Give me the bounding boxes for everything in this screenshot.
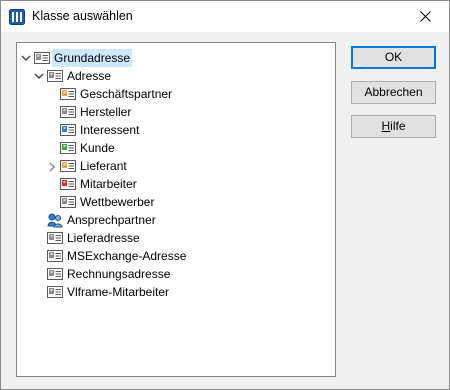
tree-node[interactable]: Interessent	[17, 121, 317, 139]
chevron-right-icon[interactable]	[46, 157, 58, 175]
address-card-icon	[47, 230, 63, 246]
address-card-icon	[60, 86, 76, 102]
tree-node-label: Hersteller	[80, 105, 132, 119]
class-tree[interactable]: Grundadresse Adresse Geschäftspartner Herst…	[16, 42, 336, 377]
address-card-icon	[47, 266, 63, 282]
tree-node-label: Kunde	[80, 141, 115, 155]
tree-node-label: Ansprechpartner	[67, 213, 156, 227]
tree-node-label: Interessent	[80, 123, 140, 137]
tree-node[interactable]: Ansprechpartner	[17, 211, 317, 229]
tree-node-label: Vlframe-Mitarbeiter	[67, 285, 170, 299]
tree-node[interactable]: Vlframe-Mitarbeiter	[17, 283, 317, 301]
address-card-icon	[47, 284, 63, 300]
tree-node-label: Adresse	[67, 69, 112, 83]
address-card-icon	[34, 50, 50, 66]
address-card-icon	[60, 122, 76, 138]
ok-button[interactable]: OK	[351, 46, 436, 69]
tree-node-label: Mitarbeiter	[80, 177, 137, 191]
app-icon	[9, 9, 25, 25]
tree-node[interactable]: Kunde	[17, 139, 317, 157]
title-bar: Klasse auswählen	[1, 1, 449, 32]
cancel-button-label: Abbrechen	[364, 85, 423, 99]
chevron-down-icon[interactable]	[33, 67, 45, 85]
close-button[interactable]	[403, 1, 449, 32]
address-card-icon	[60, 176, 76, 192]
tree-node[interactable]: MSExchange-Adresse	[17, 247, 317, 265]
help-button-label: ilfe	[390, 119, 406, 133]
tree-node-label: Geschäftspartner	[80, 87, 173, 101]
address-card-icon	[47, 248, 63, 264]
close-icon	[420, 11, 431, 22]
tree-node-label: Wettbewerber	[80, 195, 155, 209]
address-card-icon	[60, 194, 76, 210]
contact-people-icon	[47, 212, 63, 228]
tree-node[interactable]: Mitarbeiter	[17, 175, 317, 193]
tree-node[interactable]: Adresse	[17, 67, 317, 85]
dialog-window: Klasse auswählen Grundadresse Adresse Gesc…	[0, 0, 450, 390]
tree-node[interactable]: Wettbewerber	[17, 193, 317, 211]
tree-node[interactable]: Grundadresse	[17, 49, 317, 67]
help-button[interactable]: Hilfe	[351, 115, 436, 138]
address-card-icon	[60, 140, 76, 156]
tree-node[interactable]: Hersteller	[17, 103, 317, 121]
cancel-button[interactable]: Abbrechen	[351, 81, 436, 104]
dialog-title: Klasse auswählen	[32, 9, 133, 23]
tree-node-label: MSExchange-Adresse	[67, 249, 187, 263]
tree-node-label: Grundadresse	[52, 49, 133, 67]
ok-button-label: OK	[384, 50, 403, 64]
tree-node-label: Lieferadresse	[67, 231, 140, 245]
address-card-icon	[60, 104, 76, 120]
tree-node-label: Lieferant	[80, 159, 127, 173]
tree-node[interactable]: Lieferadresse	[17, 229, 317, 247]
tree-node-label: Rechnungsadresse	[67, 267, 171, 281]
tree-node[interactable]: Geschäftspartner	[17, 85, 317, 103]
chevron-down-icon[interactable]	[20, 49, 32, 67]
tree-node[interactable]: Lieferant	[17, 157, 317, 175]
help-button-mnemonic: H	[381, 119, 391, 133]
address-card-icon	[60, 158, 76, 174]
tree-node[interactable]: Rechnungsadresse	[17, 265, 317, 283]
address-card-icon	[47, 68, 63, 84]
